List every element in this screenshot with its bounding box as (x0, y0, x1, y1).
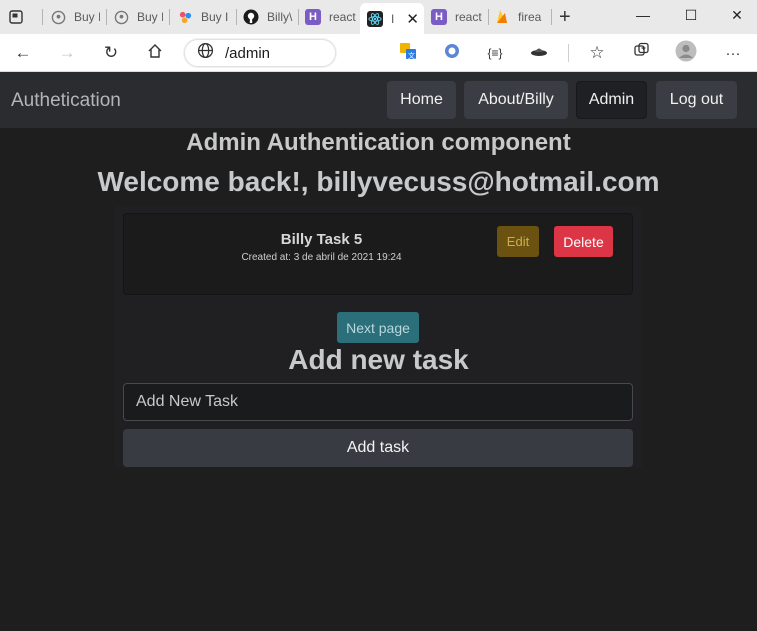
translate-extension[interactable]: 文 (393, 38, 423, 68)
firebase-icon (494, 9, 510, 25)
braces-icon: {≡} (487, 46, 503, 60)
task-title: Billy Task 5 (280, 231, 363, 248)
github-icon (243, 9, 259, 25)
tab-label: Buy I (201, 10, 229, 24)
tab-label: react (455, 10, 482, 24)
shield-pin-icon (113, 9, 129, 25)
globe-icon (197, 42, 215, 64)
arrow-left-icon: ← (14, 43, 32, 62)
tab-divider (551, 9, 552, 25)
browser-toolbar: ← → ↻ /admin 文 {≡} ☆ ··· (0, 34, 757, 72)
heroku-icon: H (431, 9, 447, 25)
nav-about-button[interactable]: About/Billy (464, 81, 568, 119)
tab-react-1[interactable]: H react (305, 3, 357, 31)
more-dots-icon: ··· (725, 44, 741, 62)
tab-firebase[interactable]: firea (494, 3, 546, 31)
maximize-button[interactable]: ☐ (668, 0, 714, 30)
tab-divider (42, 9, 43, 25)
ocr-extension[interactable] (437, 38, 467, 68)
nav-home-button[interactable]: Home (387, 81, 456, 119)
avatar-icon (675, 40, 697, 67)
tab-label: I (391, 11, 395, 26)
tab-buy-1[interactable]: Buy I (50, 3, 100, 31)
close-icon: ✕ (731, 6, 743, 23)
tab-buy-2[interactable]: Buy I (113, 3, 163, 31)
plus-icon: + (559, 5, 571, 28)
shield-pin-icon (50, 9, 66, 25)
address-bar[interactable]: /admin (184, 39, 336, 67)
tab-divider (106, 9, 107, 25)
tab-github[interactable]: Billy\ (243, 3, 295, 31)
tab-actions-icon (8, 9, 24, 25)
json-extension[interactable]: {≡} (480, 38, 510, 68)
add-task-heading: Add new task (288, 344, 469, 375)
welcome-message: Welcome back!, billyvecuss@hotmail.com (97, 166, 660, 197)
url-text: /admin (225, 44, 271, 62)
new-task-input[interactable] (123, 383, 633, 421)
collections-button[interactable] (626, 38, 656, 68)
tab-label: Buy I (74, 10, 100, 24)
arrow-right-icon: → (58, 43, 76, 62)
toolbar-divider (568, 44, 569, 62)
tab-label: Buy I (137, 10, 163, 24)
app-navbar: Authetication Home About/Billy Admin Log… (0, 72, 757, 128)
tab-label: Billy\ (267, 10, 293, 24)
back-button[interactable]: ← (8, 38, 38, 68)
close-window-button[interactable]: ✕ (714, 0, 757, 30)
task-card: Billy Task 5 Created at: 3 de abril de 2… (123, 213, 633, 295)
tab-buy-3[interactable]: Buy I (177, 3, 230, 31)
home-browser-button[interactable] (140, 38, 170, 68)
task-created-date: Created at: 3 de abril de 2021 19:24 (241, 252, 402, 263)
minimize-button[interactable]: — (620, 0, 666, 30)
nav-logout-button[interactable]: Log out (656, 81, 737, 119)
star-icon: ☆ (589, 43, 605, 62)
ufo-extension[interactable] (524, 38, 554, 68)
tab-label: firea (518, 10, 542, 24)
tab-divider (488, 9, 489, 25)
add-task-button[interactable]: Add task (123, 429, 633, 467)
edit-task-button[interactable]: Edit (497, 226, 539, 257)
heroku-icon: H (305, 9, 321, 25)
tab-divider (236, 9, 237, 25)
tab-active-react[interactable]: I ✕ (360, 3, 424, 34)
reload-icon: ↻ (103, 43, 119, 62)
forward-button[interactable]: → (52, 38, 82, 68)
new-tab-button[interactable]: + (559, 3, 579, 31)
settings-menu-button[interactable]: ··· (718, 38, 748, 68)
collections-icon (633, 42, 650, 64)
ufo-icon (530, 43, 548, 63)
tab-label: react (329, 10, 356, 24)
translate-icon: 文 (399, 42, 417, 65)
profile-button[interactable] (671, 38, 701, 68)
reload-button[interactable]: ↻ (96, 38, 126, 68)
maximize-icon: ☐ (684, 6, 698, 23)
react-icon (367, 10, 383, 27)
tab-divider (169, 9, 170, 25)
tab-actions-button[interactable] (8, 3, 32, 31)
delete-task-button[interactable]: Delete (554, 226, 613, 257)
page-heading: Admin Authentication component (186, 129, 571, 156)
browser-tab-strip: Buy I Buy I Buy I Billy\ H react I ✕ H r… (0, 0, 757, 34)
favorites-button[interactable]: ☆ (582, 38, 612, 68)
home-icon (147, 43, 163, 64)
pinwheel-icon (177, 9, 193, 25)
tab-react-2[interactable]: H react (431, 3, 483, 31)
next-page-button[interactable]: Next page (337, 312, 419, 343)
close-tab-icon[interactable]: ✕ (406, 10, 419, 28)
circle-o-icon (443, 42, 461, 65)
tab-divider (298, 9, 299, 25)
svg-text:文: 文 (408, 51, 415, 60)
minimize-icon: — (636, 7, 650, 23)
brand-title[interactable]: Authetication (11, 90, 121, 112)
nav-admin-button[interactable]: Admin (576, 81, 647, 119)
